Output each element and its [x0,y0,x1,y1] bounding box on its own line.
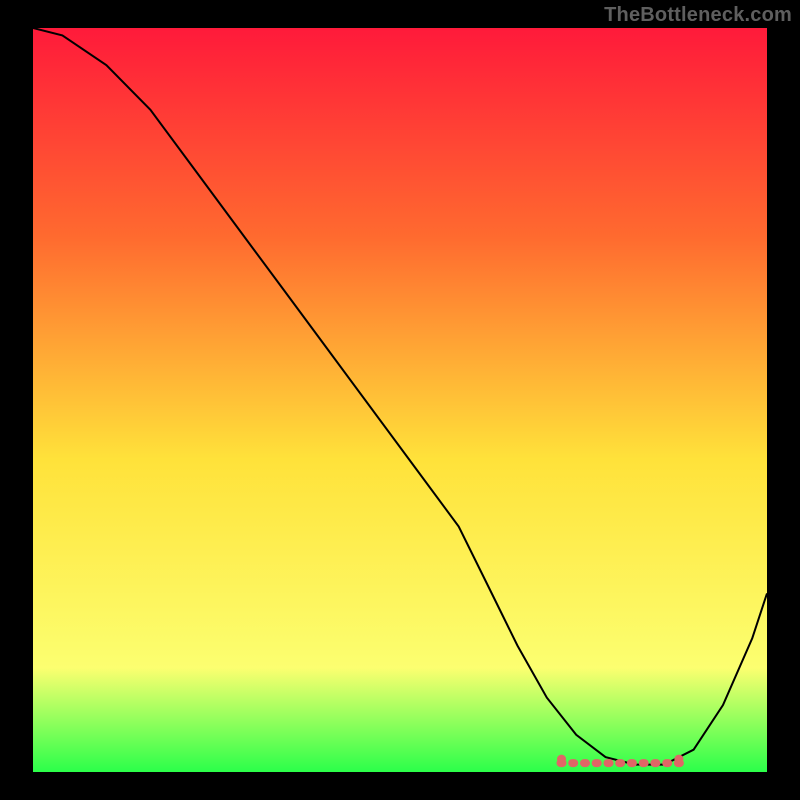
flat-marker-dot [592,759,602,767]
flat-marker-dot [580,759,590,767]
gradient-background [33,28,767,772]
chart-plot-area [33,28,767,772]
flat-marker-dot [604,759,614,767]
watermark-label: TheBottleneck.com [604,4,792,27]
chart-svg [33,28,767,772]
flat-marker-end [557,755,566,764]
flat-marker-dot [639,759,649,767]
chart-stage: TheBottleneck.com [0,0,800,800]
flat-marker-dot [568,759,578,767]
flat-marker-end [674,755,683,764]
flat-marker-dot [662,759,672,767]
flat-marker-dot [615,759,625,767]
flat-marker-dot [627,759,637,767]
flat-marker-dot [650,759,660,767]
